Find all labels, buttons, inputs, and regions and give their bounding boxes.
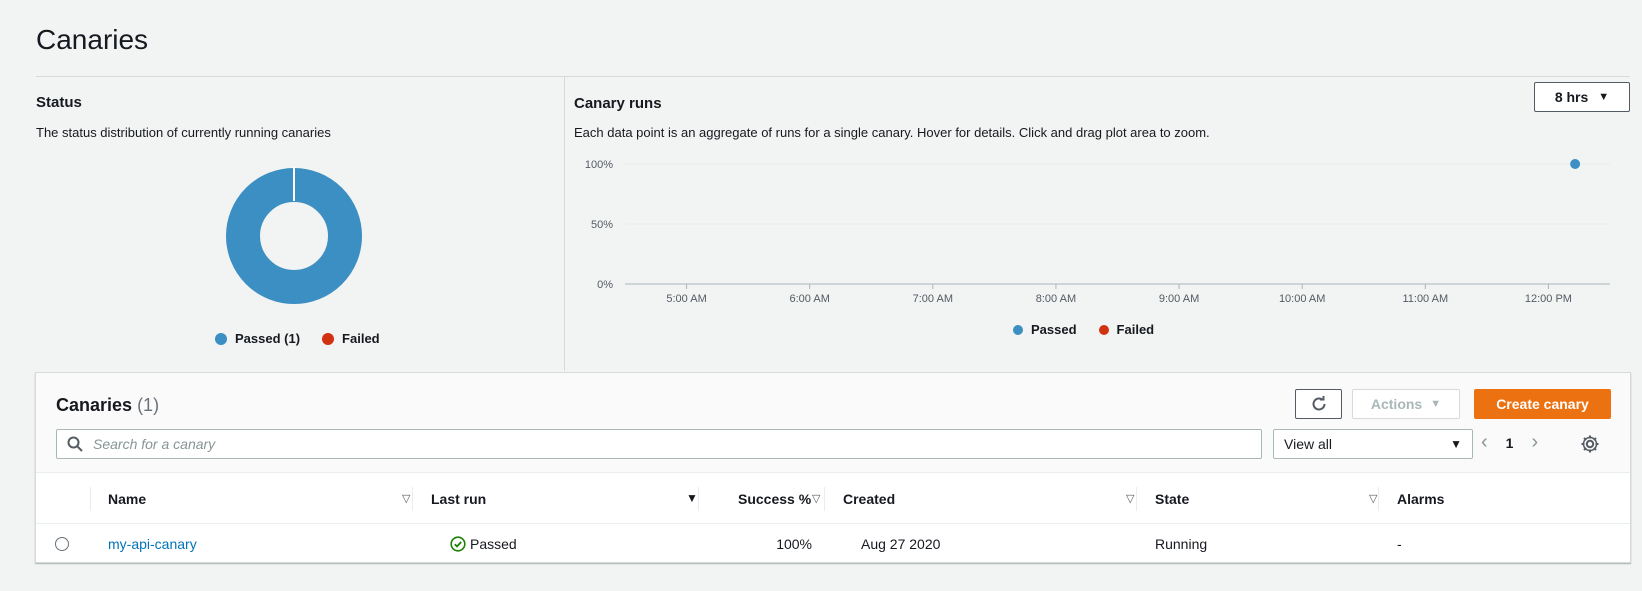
chevron-left-icon[interactable]: ‹ (1481, 431, 1488, 454)
last-run-value: Passed (470, 536, 517, 552)
legend-item-failed[interactable]: Failed (322, 331, 380, 346)
x-tick-label: 8:00 AM (1036, 293, 1076, 305)
filter-select[interactable]: View all ▼ (1273, 429, 1473, 459)
page-title: Canaries (36, 24, 149, 55)
alarms-value: - (1397, 536, 1402, 552)
failed-dot-icon (1098, 324, 1109, 335)
pagination: ‹ 1 › (1481, 431, 1538, 454)
canaries-table: Canaries (1) Actions ▼ Create canary Vie… (35, 372, 1631, 563)
column-header-alarms: Alarms (1397, 491, 1445, 507)
y-tick-label: 100% (585, 159, 613, 171)
y-tick-label: 50% (591, 219, 613, 231)
caret-down-icon: ▼ (1598, 91, 1610, 103)
table-column-headers: Name ▽ Last run ▼ Success % ▽ Created ▽ … (36, 474, 1630, 524)
canary-name-link[interactable]: my-api-canary (108, 525, 197, 563)
status-donut-chart[interactable] (224, 166, 364, 306)
search-icon (67, 436, 83, 452)
failed-dot-icon (322, 332, 335, 345)
create-canary-button[interactable]: Create canary (1474, 389, 1611, 419)
time-range-value: 8 hrs (1554, 89, 1589, 105)
table-title: Canaries (1) (56, 395, 159, 416)
legend-item-passed[interactable]: Passed (1) (215, 331, 300, 346)
search-input[interactable] (93, 436, 1243, 452)
page-number[interactable]: 1 (1506, 435, 1514, 451)
chevron-right-icon[interactable]: › (1531, 431, 1538, 454)
table-header: Canaries (1) Actions ▼ Create canary Vie… (36, 373, 1630, 473)
created-value: Aug 27 2020 (861, 536, 941, 552)
column-header-created[interactable]: Created (843, 474, 895, 524)
filter-select-value: View all (1284, 436, 1332, 452)
table-count: (1) (137, 395, 160, 415)
runs-description: Each data point is an aggregate of runs … (574, 125, 1210, 140)
status-passed-icon (450, 536, 466, 552)
column-separator (1378, 487, 1379, 511)
status-title: Status (36, 94, 82, 111)
x-tick-label: 5:00 AM (666, 293, 706, 305)
column-separator (412, 487, 413, 511)
legend-label: Failed (1116, 322, 1155, 337)
column-separator (90, 487, 91, 511)
x-tick-label: 12:00 PM (1525, 293, 1572, 305)
success-value: 100% (776, 536, 812, 552)
runs-legend: Passed Failed (1013, 322, 1154, 337)
column-header-name[interactable]: Name (108, 474, 146, 524)
column-separator (698, 487, 699, 511)
x-tick-label: 6:00 AM (790, 293, 830, 305)
caret-down-icon: ▼ (1450, 437, 1462, 451)
caret-down-icon: ▼ (1430, 398, 1442, 410)
sort-desc-icon[interactable]: ▼ (686, 491, 698, 505)
legend-label: Failed (342, 331, 380, 346)
gear-icon[interactable] (1579, 433, 1601, 455)
column-header-last-run[interactable]: Last run (431, 474, 486, 524)
actions-button[interactable]: Actions ▼ (1352, 389, 1460, 419)
column-header-state[interactable]: State (1155, 474, 1189, 524)
runs-panel: Canary runs Each data point is an aggreg… (565, 77, 1630, 371)
state-value: Running (1155, 536, 1208, 552)
last-run-cell: Passed (450, 525, 517, 563)
search-field[interactable] (56, 429, 1262, 459)
passed-dot-icon (1013, 324, 1023, 335)
column-separator (1136, 487, 1137, 511)
x-tick-label: 11:00 AM (1402, 293, 1448, 305)
passed-dot-icon (215, 332, 227, 345)
time-range-select[interactable]: 8 hrs ▼ (1534, 82, 1630, 112)
actions-label: Actions (1370, 396, 1423, 412)
table-title-text: Canaries (56, 395, 133, 415)
status-description: The status distribution of currently run… (36, 125, 331, 140)
refresh-button[interactable] (1295, 389, 1342, 419)
x-tick-label: 10:00 AM (1279, 293, 1325, 305)
legend-label: Passed (1031, 322, 1077, 337)
refresh-icon (1312, 396, 1325, 411)
column-header-success[interactable]: Success % (738, 474, 811, 524)
status-legend: Passed (1) Failed (215, 331, 380, 346)
data-point-passed[interactable] (1570, 159, 1581, 169)
sort-icon[interactable]: ▽ (812, 492, 820, 505)
row-select-radio[interactable] (55, 525, 69, 563)
sort-icon[interactable]: ▽ (402, 492, 410, 505)
runs-title: Canary runs (574, 95, 662, 112)
column-separator (824, 487, 825, 511)
table-row[interactable]: my-api-canary Passed 100% Aug 27 2020 Ru… (36, 525, 1630, 563)
radio-button[interactable] (55, 537, 69, 551)
status-panel: Status The status distribution of curren… (36, 77, 564, 371)
x-tick-label: 7:00 AM (913, 293, 953, 305)
y-tick-label: 0% (597, 279, 613, 291)
legend-item-failed[interactable]: Failed (1098, 322, 1155, 337)
legend-item-passed[interactable]: Passed (1013, 322, 1077, 337)
canary-runs-chart[interactable]: 100% 50% 0% 5:00 AM 6:00 AM 7:00 AM 8:00 AM 9:0… (565, 152, 1625, 342)
legend-label: Passed (1) (235, 331, 301, 346)
sort-icon[interactable]: ▽ (1126, 492, 1134, 505)
x-tick-label: 9:00 AM (1159, 293, 1199, 305)
sort-icon[interactable]: ▽ (1369, 492, 1377, 505)
